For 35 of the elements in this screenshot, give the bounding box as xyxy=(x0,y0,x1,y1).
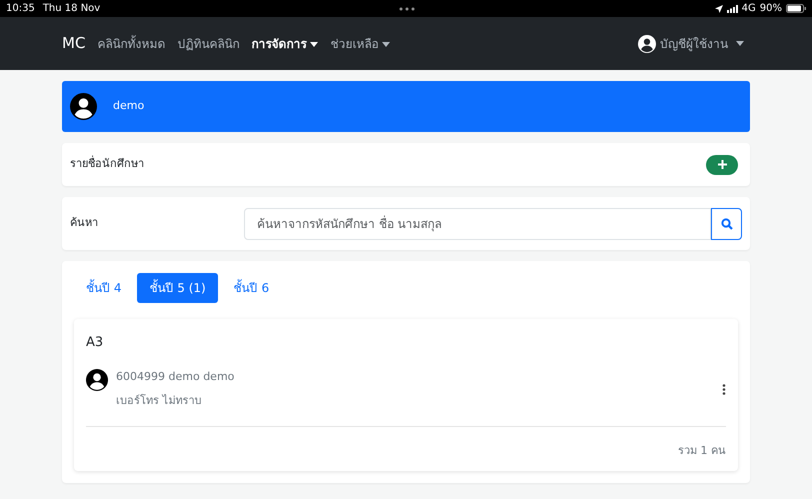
status-time: 10:35 xyxy=(6,2,35,16)
account-menu[interactable]: บัญชีผู้ใช้งาน xyxy=(632,34,750,52)
plus-icon xyxy=(718,160,726,169)
phone-value: ไม่ทราบ xyxy=(162,394,202,407)
avatar-icon xyxy=(86,368,108,390)
nav-link[interactable]: การจัดการ xyxy=(245,34,324,52)
avatar-icon xyxy=(638,34,656,52)
location-icon xyxy=(714,4,723,12)
avatar-icon xyxy=(70,93,97,120)
search-button[interactable] xyxy=(711,208,742,240)
status-date: Thu 18 Nov xyxy=(42,2,100,16)
tab[interactable]: ชั้นปี 5 (1) xyxy=(137,273,218,303)
user-name: demo xyxy=(113,98,144,114)
more-icon xyxy=(399,6,416,10)
signal-icon xyxy=(726,4,738,12)
section-title: รายชื่อนักศึกษา xyxy=(70,156,144,172)
student-id: 6004999 xyxy=(116,370,165,382)
nav-link[interactable]: ช่วยเหลือ xyxy=(324,34,396,52)
group-title: A3 xyxy=(86,334,104,352)
kebab-icon xyxy=(722,384,726,396)
nav-link[interactable]: คลินิกทั้งหมด xyxy=(91,34,172,52)
tab[interactable]: ชั้นปี 4 xyxy=(74,273,134,303)
search-label: ค้นหา xyxy=(70,215,99,232)
add-button[interactable] xyxy=(706,154,738,174)
total-count: รวม 1 คน xyxy=(678,444,726,456)
search-field[interactable]: ค้นหาจากรหัสนักศึกษา ชื่อ นามสกุล xyxy=(244,208,712,240)
battery-icon xyxy=(786,4,806,13)
nav-link[interactable]: ปฏิทินคลินิก xyxy=(171,34,246,52)
battery-label: 90% xyxy=(760,2,782,16)
search-icon xyxy=(720,218,733,230)
brand-link[interactable]: MC xyxy=(62,32,86,55)
student-name: demo demo xyxy=(168,370,234,382)
phone-label: เบอร์โทร xyxy=(116,394,159,407)
tab[interactable]: ชั้นปี 6 xyxy=(222,273,282,303)
network-label: 4G xyxy=(742,2,756,16)
